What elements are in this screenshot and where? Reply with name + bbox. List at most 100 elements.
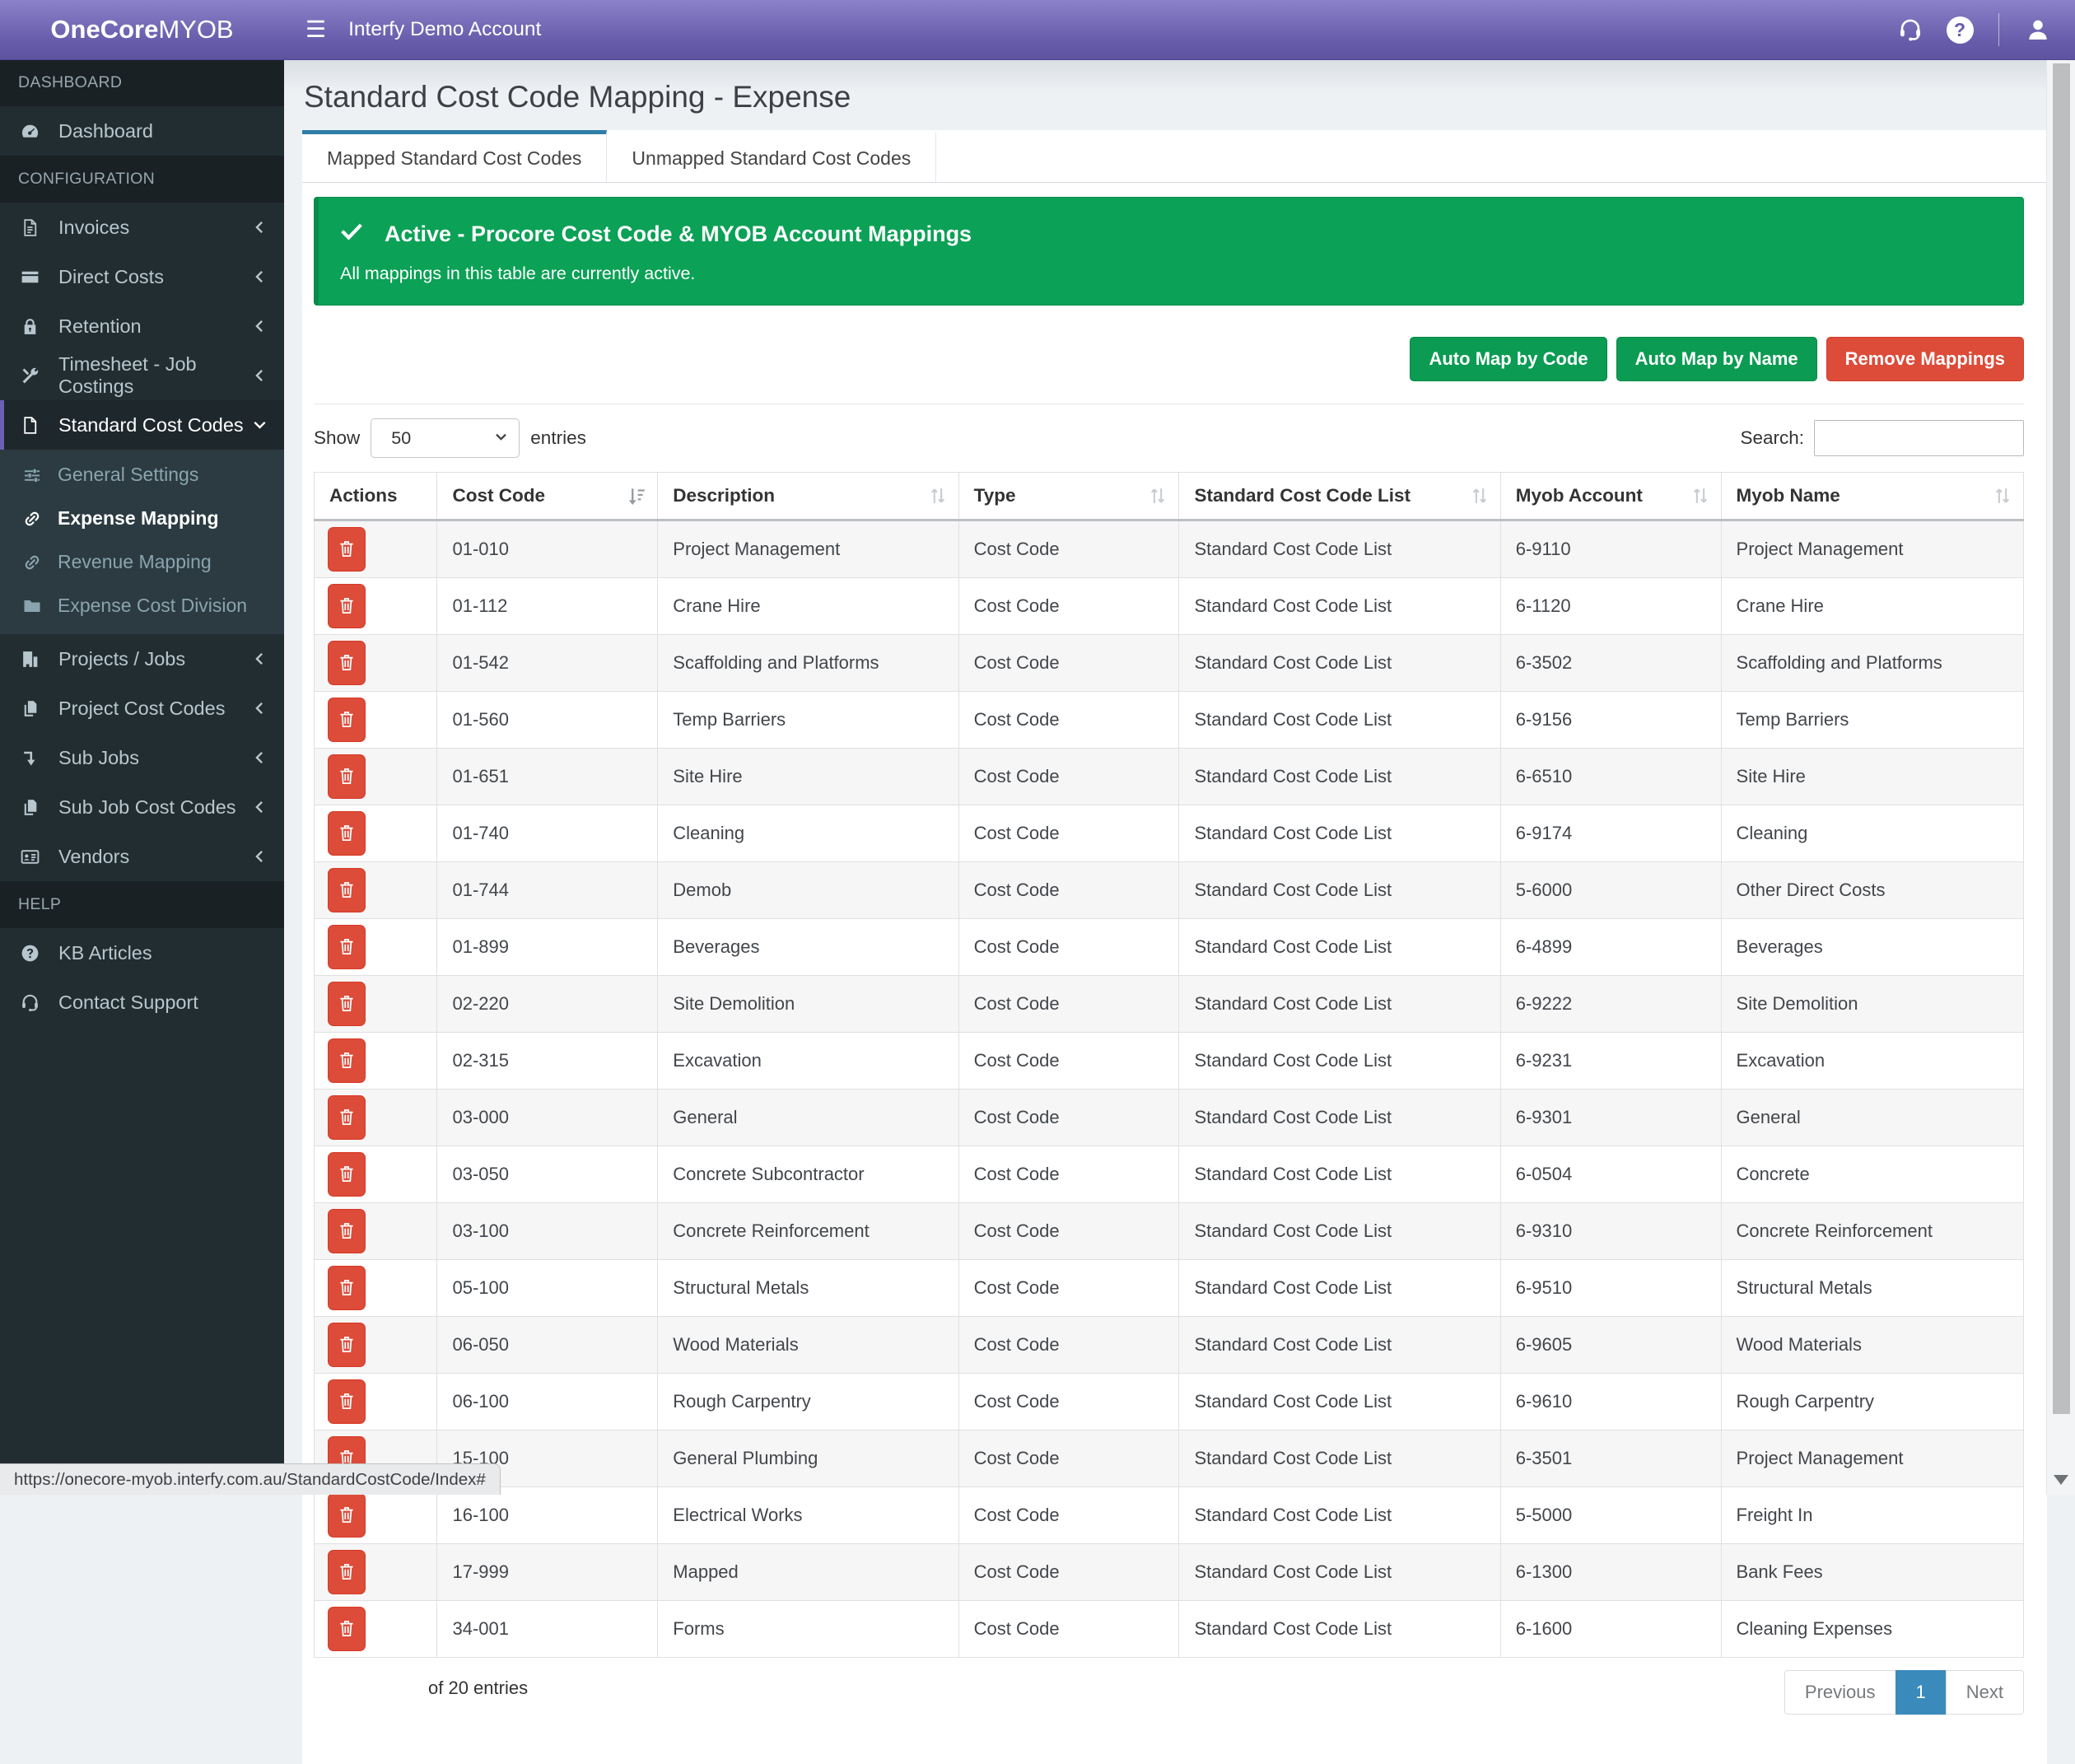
column-header-description[interactable]: Description — [658, 473, 958, 520]
banner-subtitle: All mappings in this table are currently… — [340, 264, 2002, 284]
table-row: 17-999MappedCost CodeStandard Cost Code … — [315, 1544, 2024, 1601]
sidebar-subitem-expense-mapping[interactable]: Expense Mapping — [0, 497, 284, 540]
delete-mapping-button[interactable] — [328, 982, 366, 1026]
delete-mapping-button[interactable] — [328, 925, 366, 969]
user-icon[interactable] — [2019, 11, 2057, 49]
cell-type: Cost Code — [958, 692, 1179, 749]
column-header-standard-cost-code-list[interactable]: Standard Cost Code List — [1179, 473, 1500, 520]
topbar-divider — [1998, 13, 1999, 46]
sidebar-item-contact-support[interactable]: Contact Support — [0, 978, 284, 1027]
delete-mapping-button[interactable] — [328, 698, 366, 742]
help-icon[interactable] — [1941, 11, 1979, 49]
delete-mapping-button[interactable] — [328, 1493, 366, 1538]
sidebar-item-kb-articles[interactable]: KB Articles — [0, 928, 284, 978]
page-length-control: Show 50 entries — [314, 418, 586, 458]
delete-mapping-button[interactable] — [328, 1266, 366, 1310]
cell-myob-name: Crane Hire — [1721, 578, 2023, 635]
column-header-myob-account[interactable]: Myob Account — [1500, 473, 1721, 520]
cell-myob-name: General — [1721, 1090, 2023, 1146]
delete-mapping-button[interactable] — [328, 584, 366, 628]
sidebar-item-project-cost-codes[interactable]: Project Cost Codes — [0, 684, 284, 733]
sidebar-item-vendors[interactable]: Vendors — [0, 832, 284, 881]
sidebar-subitem-general-settings[interactable]: General Settings — [0, 453, 284, 497]
delete-mapping-button[interactable] — [328, 527, 366, 572]
sidebar-item-standard-cost-codes[interactable]: Standard Cost Codes — [0, 400, 284, 450]
delete-mapping-button[interactable] — [328, 641, 366, 685]
column-header-actions: Actions — [315, 473, 437, 520]
sidebar-item-projects-jobs[interactable]: Projects / Jobs — [0, 634, 284, 684]
sidebar-item-direct-costs[interactable]: Direct Costs — [0, 252, 284, 301]
delete-mapping-button[interactable] — [328, 1038, 366, 1083]
cell-cost-code: 02-315 — [437, 1033, 658, 1090]
chevron-down-icon — [252, 418, 268, 433]
cell-type: Cost Code — [958, 1203, 1179, 1260]
cell-actions — [315, 1146, 437, 1203]
column-header-myob-name[interactable]: Myob Name — [1721, 473, 2023, 520]
tab-unmapped-standard-cost-codes[interactable]: Unmapped Standard Cost Codes — [607, 130, 936, 182]
sidebar-item-sub-jobs[interactable]: Sub Jobs — [0, 733, 284, 782]
delete-mapping-button[interactable] — [328, 1607, 366, 1651]
chevron-left-icon — [252, 368, 268, 384]
delete-mapping-button[interactable] — [328, 1323, 366, 1367]
cell-actions — [315, 749, 437, 805]
delete-mapping-button[interactable] — [328, 1152, 366, 1197]
delete-mapping-button[interactable] — [328, 811, 366, 856]
cell-cost-code: 01-542 — [437, 635, 658, 692]
hamburger-icon[interactable]: ☰ — [305, 18, 326, 41]
delete-mapping-button[interactable] — [328, 1550, 366, 1594]
app-logo[interactable]: OneCoreMYOB — [0, 0, 284, 59]
page-length-select[interactable]: 50 — [371, 418, 520, 458]
pagination-next[interactable]: Next — [1946, 1670, 2024, 1715]
sidebar-section-dashboard: DASHBOARD — [0, 59, 284, 106]
cell-type: Cost Code — [958, 635, 1179, 692]
scrollbar[interactable] — [2046, 59, 2075, 1495]
content-box: Mapped Standard Cost CodesUnmapped Stand… — [302, 130, 2047, 1764]
sidebar-item-sub-job-cost-codes[interactable]: Sub Job Cost Codes — [0, 782, 284, 832]
column-header-type[interactable]: Type — [958, 473, 1179, 520]
search-label: Search: — [1740, 427, 1804, 449]
auto-map-by-code-button[interactable]: Auto Map by Code — [1410, 337, 1606, 381]
trash-icon — [336, 538, 357, 562]
sidebar-item-timesheet-job-costings[interactable]: Timesheet - Job Costings — [0, 351, 284, 400]
pagination-page-1[interactable]: 1 — [1895, 1670, 1947, 1715]
cell-standard-cost-code-list: Standard Cost Code List — [1179, 1260, 1500, 1317]
mappings-table: ActionsCost CodeDescriptionTypeStandard … — [314, 472, 2024, 1658]
cell-myob-name: Cleaning Expenses — [1721, 1601, 2023, 1658]
column-header-label: Myob Name — [1737, 485, 1840, 506]
cell-description: Structural Metals — [658, 1260, 958, 1317]
column-header-cost-code[interactable]: Cost Code — [437, 473, 658, 520]
delete-mapping-button[interactable] — [328, 1209, 366, 1253]
cell-description: Forms — [658, 1601, 958, 1658]
cell-cost-code: 01-744 — [437, 862, 658, 919]
sidebar-item-retention[interactable]: Retention — [0, 301, 284, 351]
delete-mapping-button[interactable] — [328, 868, 366, 912]
delete-mapping-button[interactable] — [328, 1379, 366, 1424]
sidebar-subitem-revenue-mapping[interactable]: Revenue Mapping — [0, 540, 284, 584]
auto-map-by-name-button[interactable]: Auto Map by Name — [1616, 337, 1817, 381]
remove-mappings-button[interactable]: Remove Mappings — [1826, 337, 2024, 381]
cell-myob-account: 5-6000 — [1500, 862, 1721, 919]
cell-type: Cost Code — [958, 862, 1179, 919]
sidebar-item-label: KB Articles — [58, 942, 152, 964]
sidebar-subitem-expense-cost-division[interactable]: Expense Cost Division — [0, 584, 284, 628]
delete-mapping-button[interactable] — [328, 754, 366, 799]
scrollbar-thumb[interactable] — [2053, 63, 2070, 1414]
cell-type: Cost Code — [958, 976, 1179, 1033]
cell-standard-cost-code-list: Standard Cost Code List — [1179, 1487, 1500, 1544]
cell-standard-cost-code-list: Standard Cost Code List — [1179, 862, 1500, 919]
cell-myob-account: 6-4899 — [1500, 919, 1721, 976]
cell-standard-cost-code-list: Standard Cost Code List — [1179, 1317, 1500, 1374]
sliders-icon — [22, 465, 47, 485]
table-row: 01-744DemobCost CodeStandard Cost Code L… — [315, 862, 2024, 919]
link-icon — [22, 509, 47, 529]
search-input[interactable] — [1814, 420, 2024, 456]
sidebar-item-dashboard[interactable]: Dashboard — [0, 106, 284, 156]
cell-standard-cost-code-list: Standard Cost Code List — [1179, 805, 1500, 862]
scrollbar-down-arrow[interactable] — [2054, 1475, 2068, 1485]
pagination-previous[interactable]: Previous — [1784, 1670, 1896, 1715]
headset-icon[interactable] — [1891, 11, 1929, 49]
sidebar-item-invoices[interactable]: Invoices — [0, 203, 284, 252]
delete-mapping-button[interactable] — [328, 1095, 366, 1140]
sidebar-item-label: Sub Jobs — [58, 747, 139, 769]
tab-mapped-standard-cost-codes[interactable]: Mapped Standard Cost Codes — [302, 130, 607, 182]
